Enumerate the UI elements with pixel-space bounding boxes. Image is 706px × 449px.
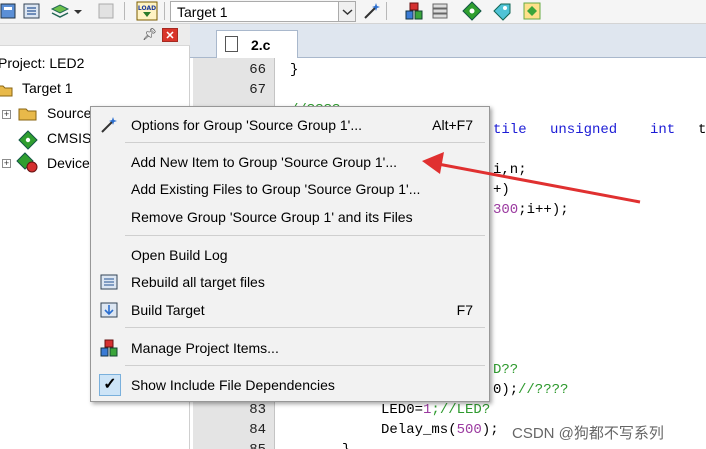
annotation-arrow — [422, 152, 641, 204]
arrow-head — [422, 152, 444, 174]
arrow-shaft — [437, 162, 641, 204]
watermark: CSDN @狗都不写系列 — [512, 425, 664, 442]
